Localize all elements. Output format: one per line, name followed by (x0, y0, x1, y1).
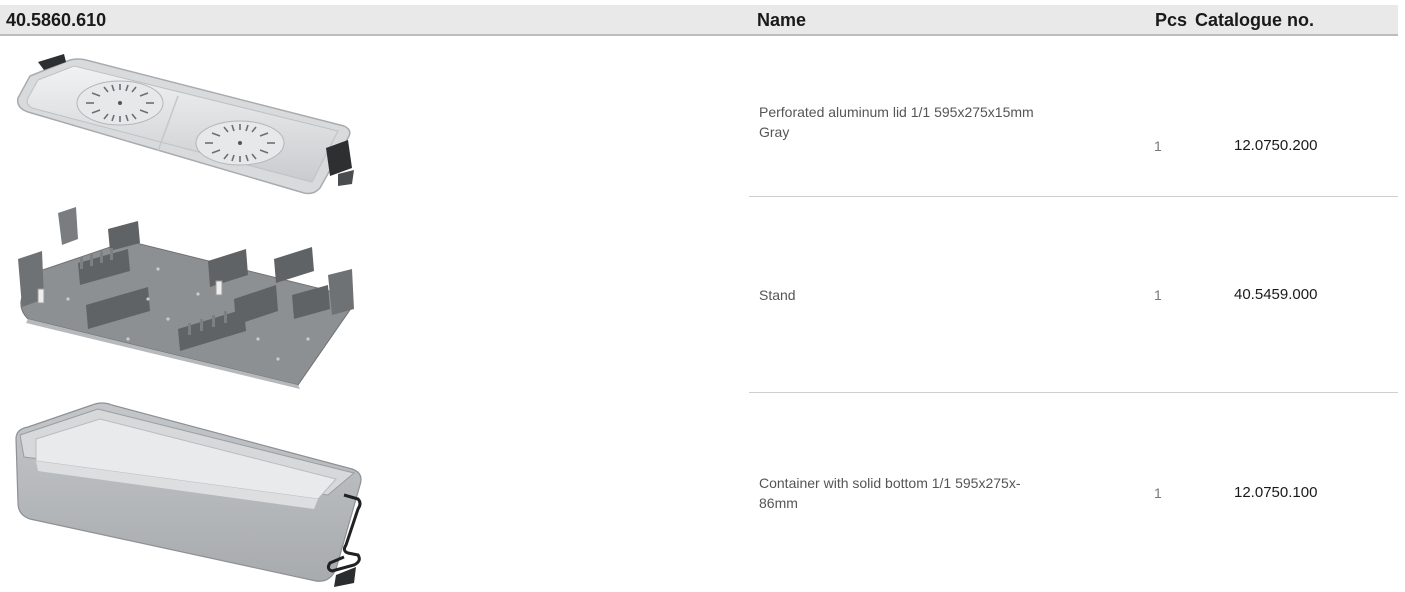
catalogue-column-header: Catalogue no. (1195, 10, 1315, 30)
item-name: Perforated aluminum lid 1/1 595x275x15mm… (759, 102, 1099, 142)
item-name: Stand (759, 285, 1099, 305)
set-number: 40.5860.610 (6, 10, 107, 30)
table-row: Container with solid bottom 1/1 595x275x… (0, 393, 1398, 587)
perforated-lid-image (8, 48, 358, 203)
item-catalogue-no: 40.5459.000 (1234, 286, 1318, 303)
item-name-line1: Container with solid bottom 1/1 595x275x… (759, 475, 1021, 491)
container-image (8, 399, 363, 592)
item-pcs: 1 (1154, 287, 1162, 303)
instrument-stand-image (8, 199, 358, 394)
item-pcs: 1 (1154, 485, 1162, 501)
item-catalogue-no: 12.0750.100 (1234, 484, 1318, 501)
item-name: Container with solid bottom 1/1 595x275x… (759, 473, 1099, 513)
pcs-column-header: Pcs (1155, 10, 1188, 30)
item-name-line1: Stand (759, 287, 796, 303)
item-name-line2: Gray (759, 124, 790, 140)
table-header: 40.5860.610 Name Pcs Catalogue no. (0, 5, 1398, 36)
table-row: Stand 1 40.5459.000 (0, 197, 1398, 392)
item-name-line2: 86mm (759, 495, 798, 511)
name-column-header: Name (757, 10, 807, 30)
item-pcs: 1 (1154, 138, 1162, 154)
table-row: Perforated aluminum lid 1/1 595x275x15mm… (0, 38, 1398, 195)
item-catalogue-no: 12.0750.200 (1234, 137, 1318, 154)
item-name-line1: Perforated aluminum lid 1/1 595x275x15mm (759, 104, 1034, 120)
